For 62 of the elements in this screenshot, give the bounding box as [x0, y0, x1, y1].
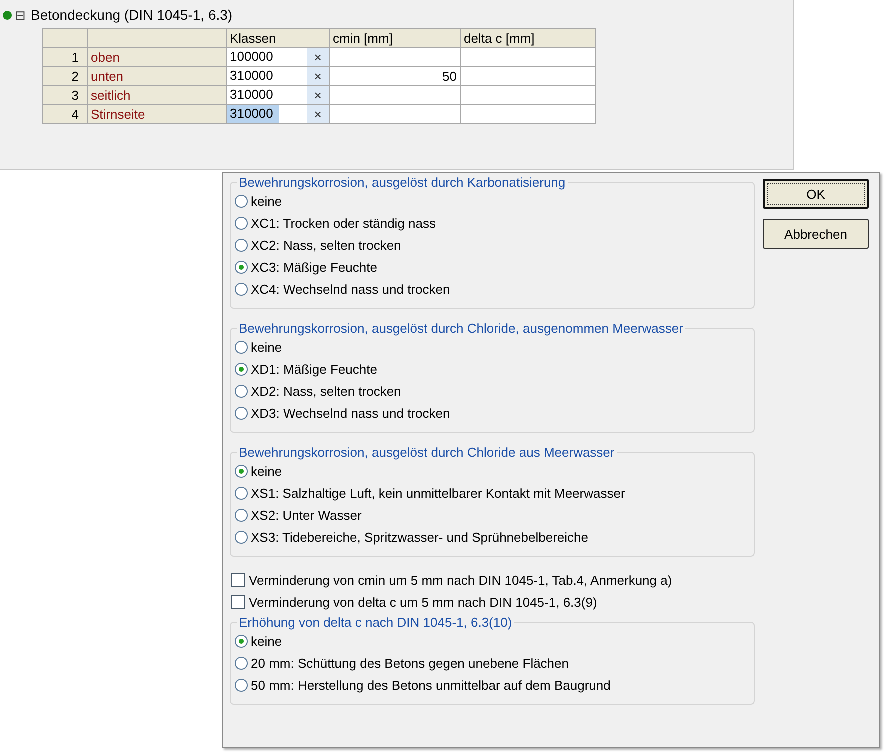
cancel-button[interactable]: Abbrechen	[763, 219, 869, 249]
radio-button[interactable]	[235, 678, 248, 692]
radio-button[interactable]	[235, 464, 248, 478]
collapse-toggle[interactable]: ⊟	[15, 8, 26, 22]
option-label[interactable]: XD2: Nass, selten trocken	[251, 384, 402, 398]
option-label[interactable]: keine	[251, 194, 282, 208]
option-label[interactable]: XC4: Wechselnd nass und trocken	[251, 282, 450, 296]
option-label[interactable]: keine	[251, 464, 282, 478]
clear-button[interactable]: ×	[307, 86, 330, 104]
group-title: Bewehrungskorrosion, ausgelöst durch Chloride aus Meerwasser	[238, 445, 616, 460]
radio-button[interactable]	[235, 406, 248, 420]
checkbox-label[interactable]: Verminderung von cmin um 5 mm nach DIN 1045-1, Tab.4, Anmerkung a)	[249, 572, 672, 588]
option-label[interactable]: 50 mm: Herstellung des Betons unmittelbar auf dem Baugrund	[251, 678, 611, 692]
radio-button[interactable]	[235, 384, 248, 398]
radio-button[interactable]	[235, 238, 248, 252]
radio-button[interactable]	[235, 656, 248, 670]
option-label[interactable]: 20 mm: Schüttung des Betons gegen unebene Flächen	[251, 656, 569, 670]
option-label[interactable]: XS2: Unter Wasser	[251, 508, 362, 522]
radio-button[interactable]	[235, 260, 248, 274]
header-cell	[42, 28, 88, 48]
radio-button[interactable]	[235, 194, 248, 208]
node-title: Betondeckung (DIN 1045-1, 6.3)	[31, 7, 233, 23]
table-cell: 50	[330, 66, 460, 86]
row-label: seitlich	[88, 86, 226, 104]
row-label: oben	[88, 48, 226, 66]
radio-button[interactable]	[235, 362, 248, 376]
radio-button[interactable]	[235, 216, 248, 230]
radio-button[interactable]	[235, 530, 248, 544]
option-label[interactable]: XC3: Mäßige Feuchte	[251, 260, 378, 274]
radio-button[interactable]	[235, 486, 248, 500]
clear-button[interactable]: ×	[307, 104, 330, 124]
radio-button[interactable]	[235, 282, 248, 296]
row-label: unten	[88, 66, 226, 86]
row-number: 4	[42, 104, 88, 124]
group-title: Bewehrungskorrosion, ausgelöst durch Chloride, ausgenommen Meerwasser	[238, 321, 684, 336]
ok-button[interactable]: OK	[763, 179, 869, 209]
option-label[interactable]: XC2: Nass, selten trocken	[251, 238, 402, 252]
option-label[interactable]: XC1: Trocken oder ständig nass	[251, 216, 436, 230]
checkbox[interactable]	[231, 573, 245, 587]
option-label[interactable]: XD1: Mäßige Feuchte	[251, 362, 378, 376]
clear-button[interactable]: ×	[307, 48, 330, 66]
option-label[interactable]: XS3: Tidebereiche, Spritzwasser- und Sprühnebelbereiche	[251, 530, 588, 544]
column-header: delta c [mm]	[460, 28, 596, 48]
column-header: Klassen	[226, 28, 330, 48]
row-number: 3	[42, 86, 88, 104]
clear-button[interactable]: ×	[307, 66, 330, 86]
radio-button[interactable]	[235, 508, 248, 522]
group-title: Erhöhung von delta c nach DIN 1045-1, 6.3(10)	[238, 615, 514, 630]
radio-button[interactable]	[235, 634, 248, 648]
option-label[interactable]: keine	[251, 340, 282, 354]
option-label[interactable]: XD3: Wechselnd nass und trocken	[251, 406, 450, 420]
column-header: cmin [mm]	[330, 28, 460, 48]
option-label[interactable]: keine	[251, 634, 282, 648]
group-title: Bewehrungskorrosion, ausgelöst durch Karbonatisierung	[238, 175, 567, 190]
checkbox[interactable]	[231, 595, 245, 609]
checkbox-label[interactable]: Verminderung von delta c um 5 mm nach DIN 1045-1, 6.3(9)	[249, 594, 598, 610]
row-label: Stirnseite	[88, 104, 226, 124]
option-label[interactable]: XS1: Salzhaltige Luft, kein unmittelbarer Kontakt mit Meerwasser	[251, 486, 626, 500]
class-value[interactable]: 310000	[227, 105, 280, 123]
row-number: 2	[42, 66, 88, 86]
radio-button[interactable]	[235, 340, 248, 354]
row-number: 1	[42, 48, 88, 66]
